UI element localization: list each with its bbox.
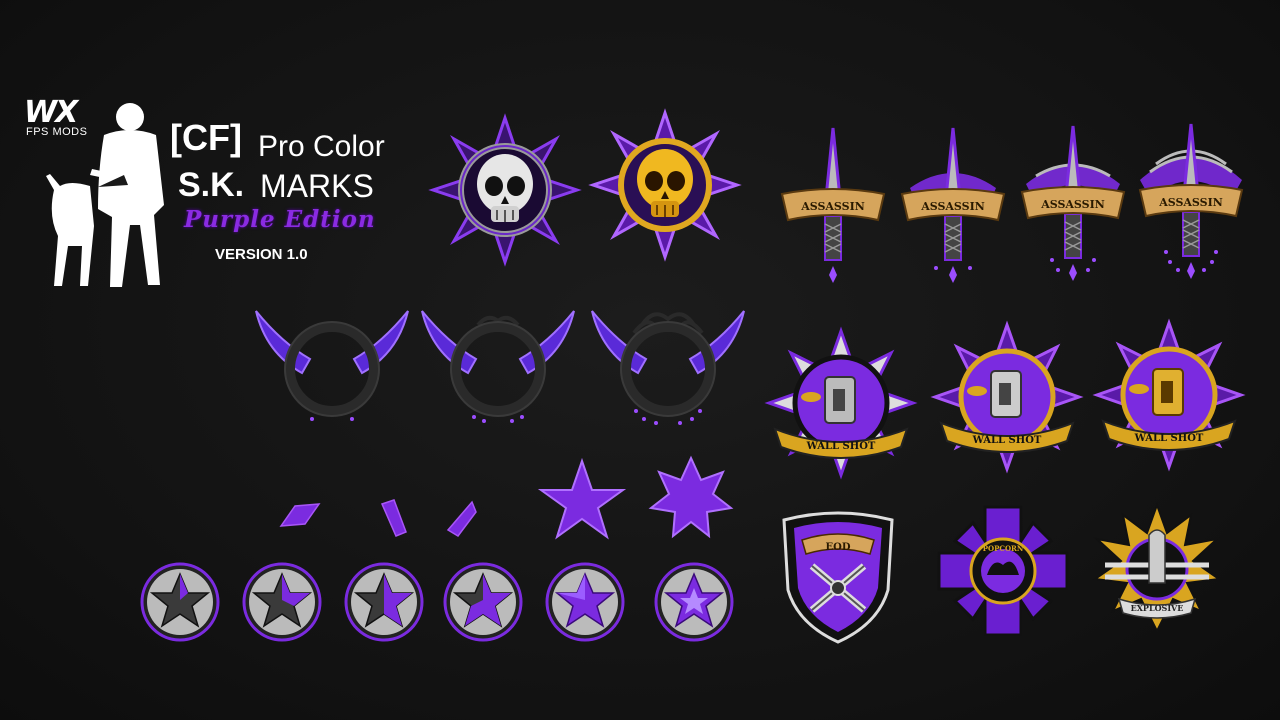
skull-badge-silver (428, 113, 582, 267)
rank-star-badge-2 (242, 562, 322, 642)
purple-shard-1 (279, 503, 321, 527)
logo-wordmark: WX (24, 95, 78, 130)
purple-shard-2 (380, 499, 407, 537)
wallshot-badge-1: WALL SHOT (764, 326, 918, 480)
explosive-label: EXPLOSIVE (1131, 603, 1184, 613)
wallshot-badge-2: WALL SHOT (930, 320, 1084, 474)
rank-star-badge-4 (443, 562, 523, 642)
assassin-badge-1: ASSASSIN (780, 127, 886, 283)
rank-star-badge-3 (344, 562, 424, 642)
assassin-label: ASSASSIN (920, 200, 985, 213)
popcorn-label: POPCORN (983, 544, 1024, 553)
title-sk: S.K. (178, 166, 245, 204)
assassin-label: ASSASSIN (1040, 198, 1105, 211)
title-marks: MARKS (260, 168, 374, 204)
eod-label: EOD (825, 542, 850, 553)
purple-shard-3 (446, 500, 477, 537)
rank-star-badge-5 (545, 562, 625, 642)
explosive-badge: EXPLOSIVE (1092, 502, 1222, 634)
wing-frame-2 (421, 310, 575, 423)
assassin-label: ASSASSIN (800, 200, 865, 213)
assassin-badge-4: ASSASSIN (1138, 123, 1244, 279)
assassin-label: ASSASSIN (1158, 196, 1223, 209)
title-tag: [CF] (170, 117, 242, 158)
wallshot-badge-3: WALL SHOT (1092, 318, 1246, 472)
wallshot-label: WALL SHOT (972, 435, 1042, 446)
wing-frame-3 (591, 310, 745, 425)
purple-star-seven-point (648, 455, 734, 539)
wallshot-label: WALL SHOT (1134, 433, 1204, 444)
logo-subtext: FPS MODS (26, 126, 88, 138)
version-label: VERSION 1.0 (215, 246, 308, 263)
assassin-badge-3: ASSASSIN (1020, 125, 1126, 281)
wing-frame-1 (255, 310, 409, 421)
eod-shield-badge: EOD (782, 511, 894, 644)
wallshot-label: WALL SHOT (806, 441, 876, 452)
rank-star-badge-1 (140, 562, 220, 642)
rank-star-badge-6 (654, 562, 734, 642)
popcorn-badge: POPCORN (937, 505, 1069, 637)
purple-star-large (537, 457, 627, 540)
skull-badge-gold (588, 108, 742, 262)
title-line1: Pro Color (258, 130, 385, 163)
assassin-badge-2: ASSASSIN (900, 127, 1006, 283)
edition-subtitle: Purple Edtion (184, 206, 376, 233)
